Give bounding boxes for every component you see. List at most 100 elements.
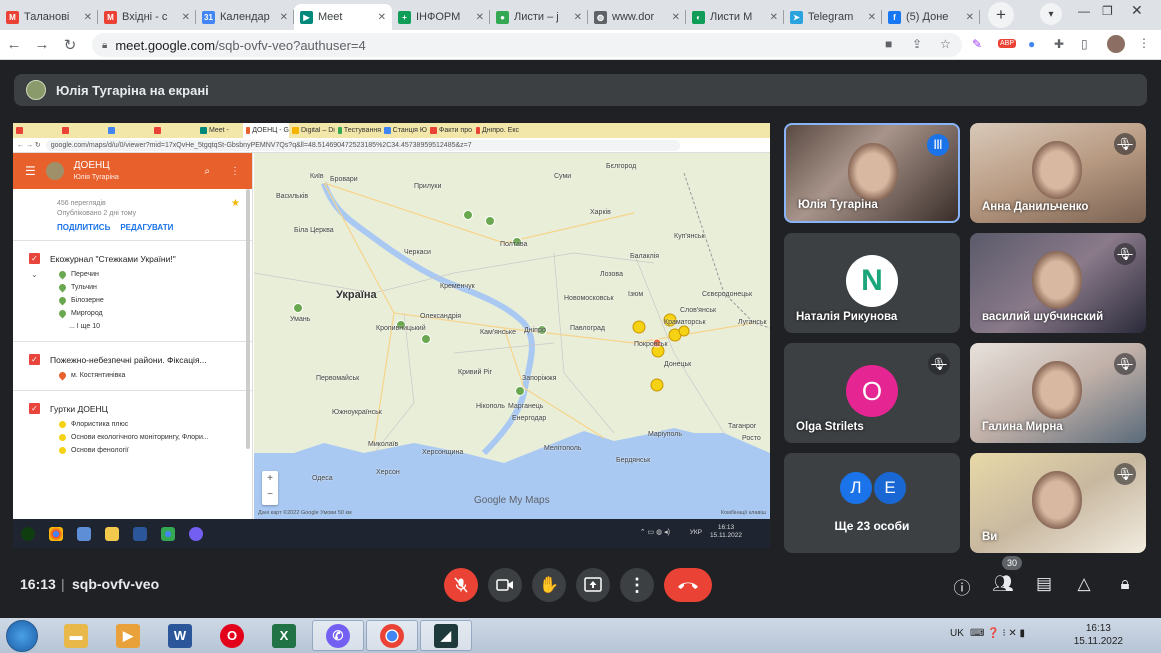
new-tab-button[interactable]: + [988, 2, 1014, 28]
legend-item-label: Миргород [71, 310, 103, 317]
tab-search-icon[interactable]: ▾ [1040, 3, 1062, 25]
profile-avatar[interactable] [1107, 35, 1125, 53]
sidepanel-icon[interactable]: ▯ [1081, 37, 1088, 51]
camera-icon[interactable] [488, 568, 522, 602]
meet-control-bar: 16:13 | sqb-ovfv-veo ✋ ⋮ ⓘ 👥︎ 30 ▤ △ 🔒︎ [0, 554, 1161, 618]
browser-tab[interactable]: ◐ Листи М ✕ [686, 4, 784, 30]
bookmark-star-icon[interactable]: ☆ [940, 37, 951, 51]
taskbar-viber[interactable]: ✆ [312, 620, 364, 651]
divider [13, 341, 252, 342]
legend-item: ⌄ Перечин [13, 268, 252, 281]
browser-tab[interactable]: M Таланові ✕ [0, 4, 98, 30]
shared-tab-favicon-icon [108, 127, 115, 134]
map-label-brovary: Бровари [330, 176, 358, 183]
chat-icon[interactable]: ▤ [1033, 574, 1055, 594]
shared-back-icon: ← → ↻ [17, 142, 41, 149]
tray-icons[interactable]: ⌨ ❓ ⁝ ✕ ▮ [970, 628, 1025, 639]
taskbar-word[interactable]: W [154, 620, 206, 651]
extensions-puzzle-icon[interactable]: ✚ [1054, 37, 1064, 51]
restore-icon[interactable]: ❐ [1102, 4, 1113, 18]
browser-tab[interactable]: ● Листи – ј ✕ [490, 4, 588, 30]
participant-tile[interactable]: василий шубчинский 🎙︎ [970, 233, 1146, 333]
tab-close-icon[interactable]: ✕ [574, 12, 582, 23]
share-icon[interactable]: ⇪ [912, 37, 922, 51]
taskbar-chrome[interactable] [366, 620, 418, 651]
layer-label: Пожежно-небезпечні райони. Фіксація... [50, 354, 207, 365]
mic-off-icon[interactable] [444, 568, 478, 602]
participant-tile[interactable]: Анна Данильченко 🎙︎ [970, 123, 1146, 223]
viber-icon: ✆ [326, 623, 350, 648]
activities-icon[interactable]: △ [1073, 574, 1095, 594]
tab-close-icon[interactable]: ✕ [672, 12, 680, 23]
camera-indicator-icon[interactable]: ■ [885, 37, 892, 51]
address-bar[interactable]: 🔒︎ meet.google.com/sqb-ovfv-veo?authuser… [92, 33, 962, 57]
tab-close-icon[interactable]: ✕ [182, 12, 190, 23]
browser-tab[interactable]: ◍ www.dor ✕ [588, 4, 686, 30]
tab-close-icon[interactable]: ✕ [966, 12, 974, 23]
browser-tab[interactable]: + ІНФОРМ ✕ [392, 4, 490, 30]
participant-video-icon [848, 143, 898, 201]
tab-close-icon[interactable]: ✕ [770, 12, 778, 23]
end-call-icon[interactable] [664, 568, 712, 602]
browser-tab[interactable]: 31 Календар ✕ [196, 4, 294, 30]
browser-tab[interactable]: M Вхідні - c ✕ [98, 4, 196, 30]
map-zoom-control: + − [262, 471, 278, 505]
taskbar-app[interactable]: ◢ [420, 620, 472, 651]
browser-tab[interactable]: ▶ Meet ✕ [294, 4, 392, 30]
browser-tab[interactable]: ➤ Telegram ✕ [784, 4, 882, 30]
map-views: 456 переглядів [57, 200, 106, 207]
tab-close-icon[interactable]: ✕ [868, 12, 876, 23]
taskbar-media[interactable]: ▶ [102, 620, 154, 651]
browser-tab-strip: M Таланові ✕ M Вхідні - c ✕ 31 Календар ✕ ▶ Meet ✕ +… [0, 0, 1161, 30]
panel-avatar [45, 162, 64, 180]
browser-tab[interactable]: f (5) Доне ✕ [882, 4, 980, 30]
edit-link: РЕДАГУВАТИ [120, 223, 174, 232]
back-icon[interactable]: ← [0, 36, 28, 53]
close-window-icon[interactable]: ✕ [1131, 2, 1143, 19]
participant-tile[interactable]: Ви 🎙︎ [970, 453, 1146, 553]
legend-item: Основи фенології [13, 444, 252, 457]
participant-tile[interactable]: N Наталія Рикунова [784, 233, 960, 333]
taskbar-excel[interactable]: X [258, 620, 310, 651]
tab-close-icon[interactable]: ✕ [476, 12, 484, 23]
map-label-mariupol: Маріуполь [648, 431, 683, 438]
adblock-icon[interactable]: ABP [998, 39, 1017, 48]
participant-tile[interactable]: Галина Мирна 🎙︎ [970, 343, 1146, 443]
map-label-kryvyi_rih: Кривий Ріг [458, 369, 493, 376]
map-pin-icon [57, 282, 68, 293]
map-pin-icon [57, 445, 68, 456]
extension-blue-icon[interactable]: ● [1028, 37, 1035, 51]
divider [13, 240, 252, 241]
meeting-info-icon[interactable]: ⓘ [951, 574, 973, 599]
reload-icon[interactable]: ↻ [56, 36, 84, 54]
present-now-icon[interactable] [576, 568, 610, 602]
minimize-icon[interactable]: — [1078, 4, 1090, 18]
participant-tile[interactable]: Юлія Тугаріна ||| [784, 123, 960, 223]
people-icon[interactable]: 👥︎ [992, 574, 1014, 594]
pen-extension-icon[interactable]: ✎ [972, 37, 982, 51]
tab-close-icon[interactable]: ✕ [378, 12, 386, 23]
windows-clock[interactable]: 16:13 15.11.2022 [1074, 622, 1123, 648]
map-label-bila_tserkva: Біла Церква [294, 227, 334, 234]
windows-start-button[interactable] [6, 620, 38, 652]
shared-tray-icons: ⌃ ▭ ◍ ◂) [639, 529, 670, 536]
windows-time: 16:13 [1085, 623, 1111, 634]
windows-lang[interactable]: UK [950, 628, 964, 639]
forward-icon[interactable]: → [28, 36, 56, 53]
host-controls-lock-icon[interactable]: 🔒︎ [1114, 574, 1136, 594]
legend-item: Білозерне [13, 294, 252, 307]
taskbar-explorer[interactable]: ▬ [50, 620, 102, 651]
more-options-icon[interactable]: ⋮ [620, 568, 654, 602]
map-label-balakliia: Балаклія [630, 253, 660, 260]
menu-dots-icon[interactable]: ⋮ [1138, 36, 1150, 50]
participant-tile[interactable]: Л Е Ще 23 особи [784, 453, 960, 553]
shared-tab: Дніпро. Екс [473, 127, 519, 134]
tab-close-icon[interactable]: ✕ [280, 12, 288, 23]
participant-tile[interactable]: O Olga Strilets 🎙︎ [784, 343, 960, 443]
map-pin-icon [57, 269, 68, 280]
map-label-kamianske: Кам'янське [480, 329, 516, 336]
legend-item-label: Білозерне [71, 297, 104, 304]
tab-close-icon[interactable]: ✕ [84, 12, 92, 23]
taskbar-opera[interactable]: O [206, 620, 258, 651]
raise-hand-icon[interactable]: ✋ [532, 568, 566, 602]
